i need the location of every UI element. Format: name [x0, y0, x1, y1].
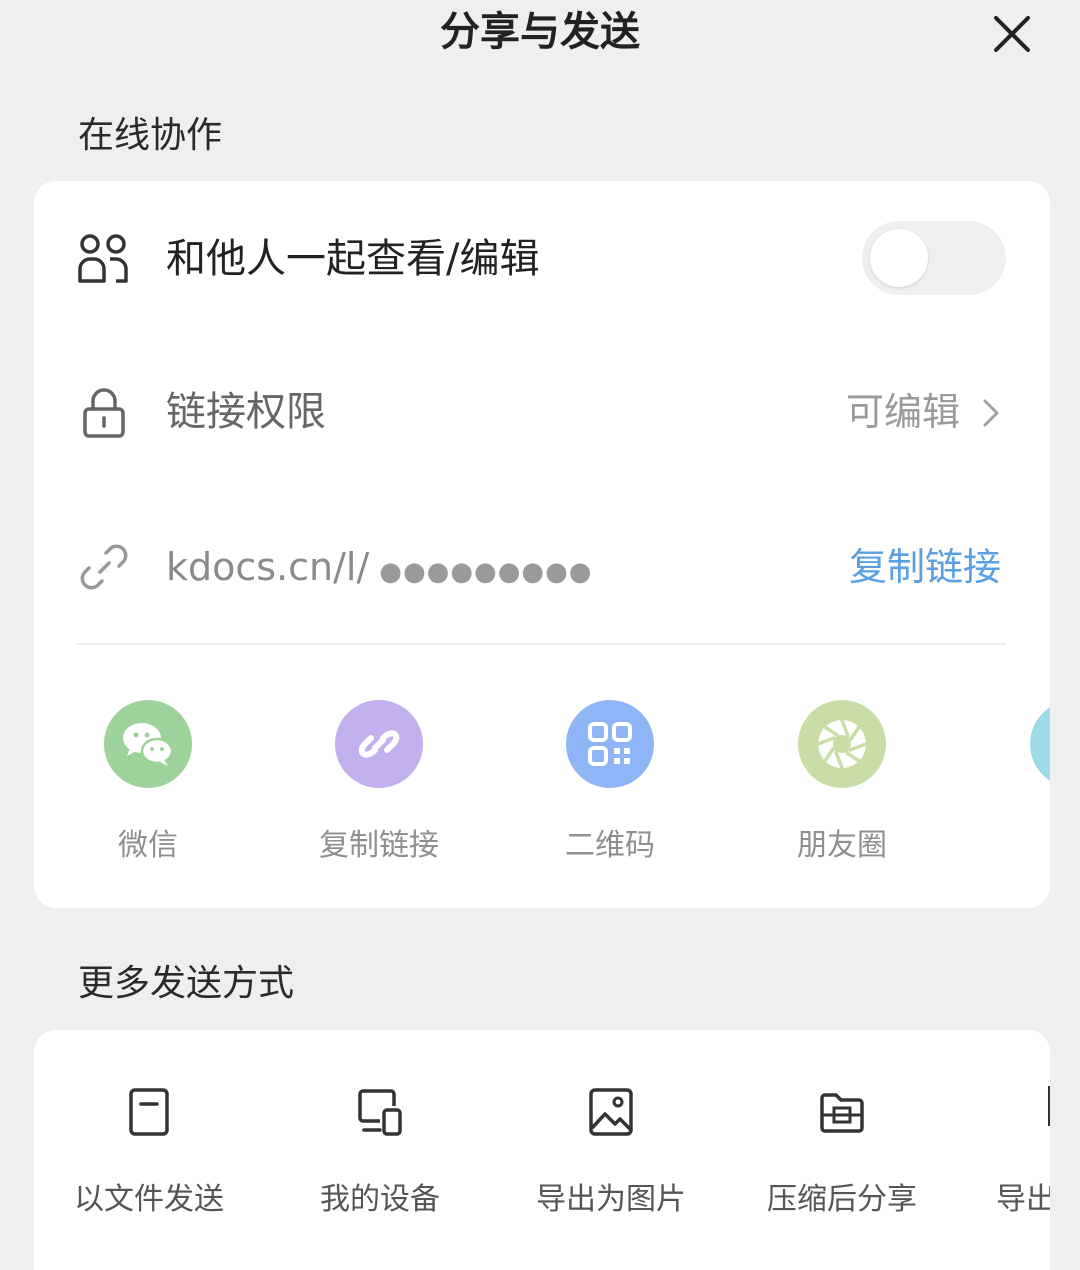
- share-target-copy-link[interactable]: 复制链接: [289, 700, 469, 866]
- users-icon: [78, 234, 128, 283]
- share-link-masked: ●●●●●●●●●: [379, 557, 593, 587]
- share-target-partial-icon[interactable]: [1030, 700, 1050, 788]
- close-button[interactable]: [990, 12, 1034, 56]
- more-send-card: 以文件发送 我的设备 导出为图片 压缩后分享 导出: [34, 1030, 1050, 1270]
- share-target-label: 复制链接: [319, 828, 439, 863]
- close-icon: [994, 16, 1030, 52]
- image-icon: [589, 1088, 633, 1136]
- share-link-url: kdocs.cn/l/ ●●●●●●●●●: [166, 539, 592, 600]
- toggle-knob: [870, 229, 928, 287]
- collab-row[interactable]: 和他人一起查看/编辑: [34, 181, 1050, 335]
- export-as-image-button[interactable]: 导出为图片: [506, 1086, 716, 1220]
- devices-icon: [358, 1089, 402, 1136]
- more-item-label: 以文件发送: [74, 1182, 224, 1217]
- link-permission-value: 可编辑: [846, 390, 961, 434]
- share-link-prefix: kdocs.cn/l/: [166, 545, 370, 589]
- divider: [76, 643, 1006, 645]
- wechat-icon: [104, 700, 192, 788]
- qr-code-icon: [566, 700, 654, 788]
- collab-toggle[interactable]: [862, 221, 1006, 295]
- more-send-section-label: 更多发送方式: [78, 963, 295, 1004]
- online-collab-card: 和他人一起查看/编辑 链接权限 可编辑 kdocs.cn/l/ ●●●●●●●●●…: [34, 181, 1050, 908]
- share-target-moments[interactable]: 朋友圈: [752, 700, 932, 866]
- share-target-label: 微信: [118, 828, 178, 863]
- share-target-qr-code[interactable]: 二维码: [520, 700, 700, 866]
- my-devices-button[interactable]: 我的设备: [275, 1086, 485, 1220]
- collab-label: 和他人一起查看/编辑: [166, 236, 540, 282]
- link-icon: [335, 700, 423, 788]
- export-button-partial[interactable]: 导出: [968, 1086, 1050, 1220]
- link-icon: [80, 544, 128, 590]
- copy-link-button[interactable]: 复制链接: [849, 539, 1001, 595]
- link-permission-row[interactable]: 链接权限 可编辑: [34, 335, 1050, 489]
- file-icon: [129, 1088, 169, 1136]
- online-collab-section-label: 在线协作: [78, 115, 223, 156]
- chevron-right-icon: [983, 399, 999, 427]
- share-target-wechat[interactable]: 微信: [58, 700, 238, 866]
- share-target-label: 二维码: [565, 828, 655, 863]
- lock-icon: [83, 388, 125, 438]
- moments-icon: [798, 700, 886, 788]
- archive-icon: [820, 1093, 864, 1133]
- page-title: 分享与发送: [440, 9, 640, 55]
- export-icon: [1048, 1086, 1050, 1126]
- more-item-label: 压缩后分享: [767, 1182, 917, 1217]
- more-item-label: 我的设备: [320, 1182, 440, 1217]
- send-as-file-button[interactable]: 以文件发送: [44, 1086, 254, 1220]
- more-item-label: 导出为图片: [536, 1182, 686, 1217]
- link-row: kdocs.cn/l/ ●●●●●●●●● 复制链接: [34, 489, 1050, 643]
- link-permission-label: 链接权限: [166, 389, 326, 435]
- more-item-label: 导出: [996, 1182, 1050, 1217]
- compress-share-button[interactable]: 压缩后分享: [737, 1086, 947, 1220]
- share-target-label: 朋友圈: [797, 828, 887, 863]
